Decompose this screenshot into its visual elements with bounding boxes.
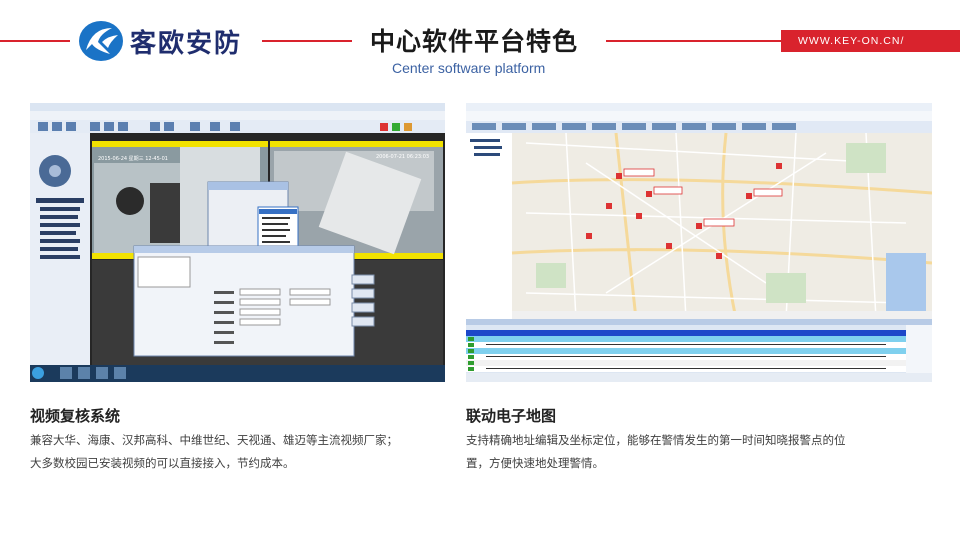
header-rule-left [0,40,70,42]
feature-desc-map-line1: 支持精确地址编辑及坐标定位，能够在警情发生的第一时间知晓报警点的位 [466,433,846,447]
header-rule-middle [262,40,352,42]
overlay-date: 2006-07-21 06:23:03 [376,154,429,160]
brand-name: 客欧安防 [130,28,243,59]
feature-desc-video-line2: 大多数校园已安装视频的可以直接接入，节约成本。 [30,456,295,470]
website-link[interactable]: WWW.KEY-ON.CN/ [798,35,904,47]
header-rule-right [606,40,781,42]
camera-date: 2015-06-24 星期三 12-45-01 [98,156,168,162]
feature-title-video: 视频复核系统 [30,407,121,425]
page-title: 中心软件平台特色 [370,27,579,56]
logo-icon [79,21,123,61]
website-banner[interactable]: WWW.KEY-ON.CN/ [781,30,960,52]
company-logo: 客欧安防 [78,20,242,62]
map-client-screenshot [466,103,932,382]
page-subtitle: Center software platform [392,60,546,76]
feature-desc-map-line2: 置，方便快速地处理警情。 [466,456,604,470]
video-client-screenshot: 2015-06-24 星期三 12-45-01 2006-07-21 06:23… [30,103,445,382]
feature-desc-video-line1: 兼容大华、海康、汉邦高科、中维世纪、天视通、雄迈等主流视频厂家； [30,433,398,447]
feature-title-map: 联动电子地图 [466,407,557,425]
